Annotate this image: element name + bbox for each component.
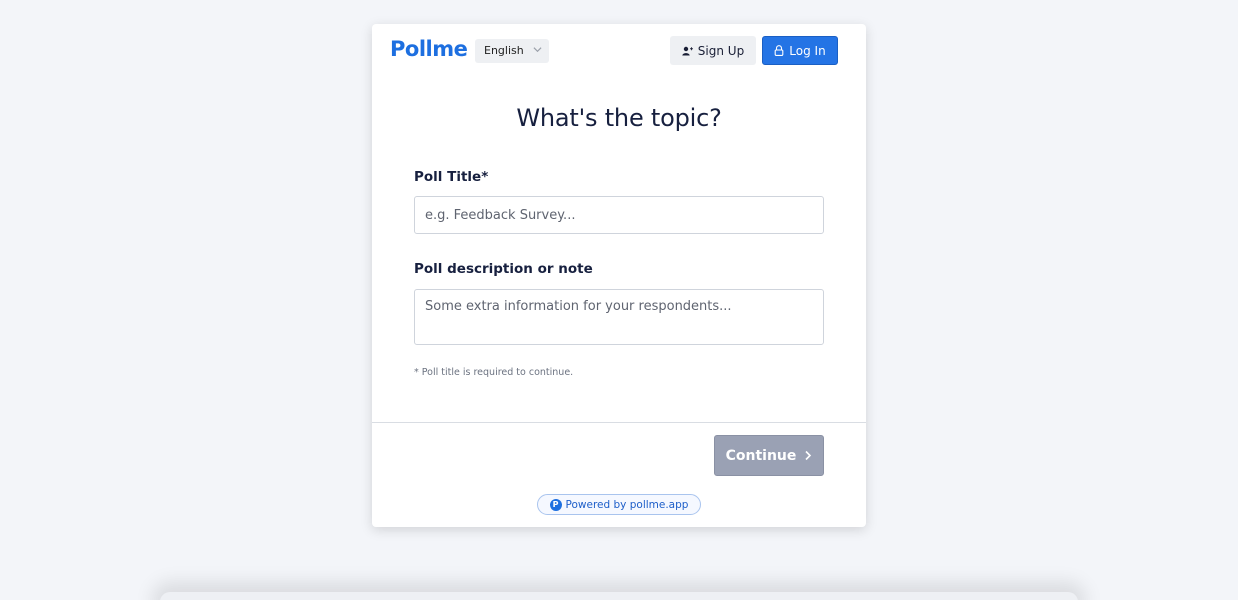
required-hint: * Poll title is required to continue. <box>414 367 574 378</box>
card-header: Pollme English Sign Up Log In <box>372 24 866 80</box>
powered-by-link[interactable]: P Powered by pollme.app <box>537 494 701 515</box>
lock-icon <box>774 45 784 56</box>
continue-label: Continue <box>725 447 797 464</box>
sign-up-button[interactable]: Sign Up <box>670 36 756 65</box>
chevron-down-icon <box>533 47 542 53</box>
pollme-logo[interactable]: Pollme <box>390 37 468 61</box>
user-plus-icon <box>682 46 693 55</box>
poll-title-input[interactable] <box>414 196 824 234</box>
poll-description-input[interactable] <box>414 289 824 345</box>
powered-by-label: Powered by pollme.app <box>565 498 689 511</box>
footer-divider <box>372 422 866 423</box>
continue-button[interactable]: Continue <box>714 435 824 476</box>
poll-title-label: Poll Title* <box>414 169 489 185</box>
log-in-label: Log In <box>789 43 826 58</box>
poll-create-card: Pollme English Sign Up Log In What's the… <box>372 24 866 527</box>
pollme-badge-icon: P <box>549 498 562 511</box>
page-title: What's the topic? <box>516 104 722 132</box>
log-in-button[interactable]: Log In <box>762 36 838 65</box>
chevron-right-icon <box>805 450 812 461</box>
bottom-panel-edge <box>160 592 1078 600</box>
page: Pollme English Sign Up Log In What's the… <box>0 0 1238 600</box>
sign-up-label: Sign Up <box>697 43 745 58</box>
poll-description-label: Poll description or note <box>414 261 593 277</box>
language-select-value: English <box>484 44 524 57</box>
language-select[interactable]: English <box>475 39 549 63</box>
